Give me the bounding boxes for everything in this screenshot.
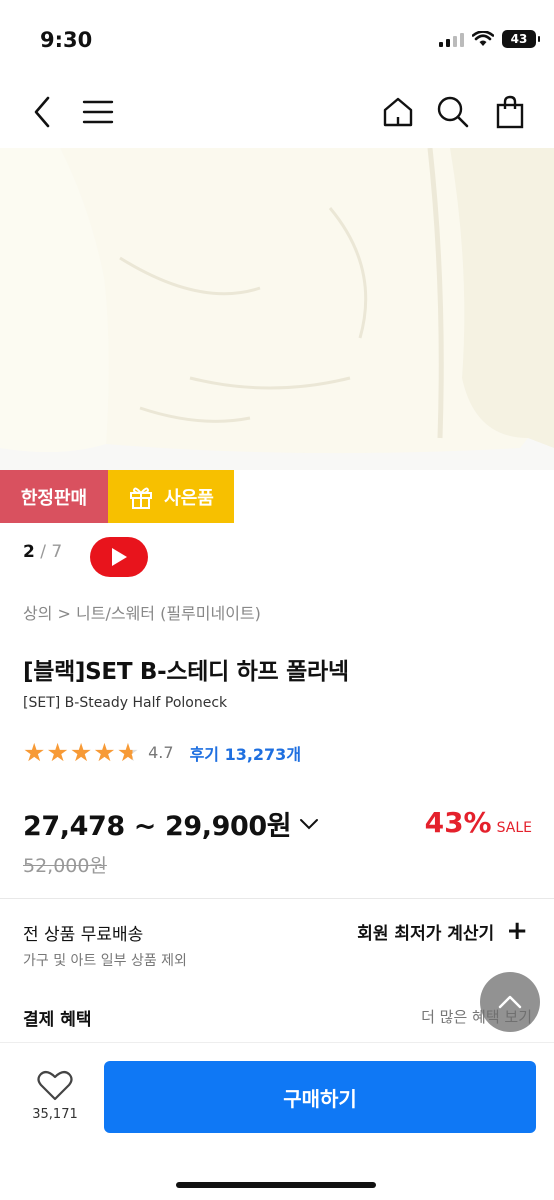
promo-badges: 한정판매 사은품 <box>0 470 234 523</box>
home-indicator <box>176 1182 376 1188</box>
discount-percent: 43% <box>424 806 492 839</box>
buy-button[interactable]: 구매하기 <box>104 1061 536 1133</box>
gift-badge: 사은품 <box>108 470 234 523</box>
product-image[interactable] <box>0 148 554 470</box>
review-link[interactable]: 후기 13,273개 <box>190 741 301 765</box>
star-icon: ★ <box>69 738 93 767</box>
star-half-icon: ★ <box>116 738 140 767</box>
shopping-bag-icon <box>496 95 524 129</box>
product-subtitle: [SET] B-Steady Half Poloneck <box>23 695 228 711</box>
shipping-subtitle: 가구 및 아트 일부 상품 제외 <box>23 953 187 969</box>
like-count: 35,171 <box>32 1107 78 1122</box>
scroll-top-button[interactable] <box>480 972 540 1032</box>
image-pager: 2 / 7 <box>23 542 62 562</box>
price-row[interactable]: 27,478 ~ 29,900원 <box>23 804 321 843</box>
sale-label: SALE <box>496 820 532 836</box>
youtube-video-button[interactable] <box>90 537 148 577</box>
star-rating: ★ ★ ★ ★ ★ <box>23 740 139 765</box>
cellular-signal-icon <box>439 31 464 47</box>
star-icon: ★ <box>93 738 116 767</box>
search-icon <box>437 96 469 128</box>
battery-icon: 43 <box>502 30 540 48</box>
rating-row: ★ ★ ★ ★ ★ 4.7 후기 13,273개 <box>23 740 301 765</box>
discount: 43% SALE <box>425 806 532 839</box>
status-icons: 43 <box>439 30 540 48</box>
home-icon <box>383 97 413 127</box>
member-price-calculator-button[interactable]: 회원 최저가 계산기 + <box>357 918 528 944</box>
wifi-icon <box>472 31 494 46</box>
heart-icon <box>37 1070 73 1101</box>
plus-icon: + <box>506 916 528 946</box>
like-button[interactable]: 35,171 <box>28 1069 82 1122</box>
top-nav <box>0 80 554 142</box>
youtube-play-icon <box>112 548 127 566</box>
bottom-action-bar: 35,171 구매하기 <box>0 1042 554 1200</box>
hamburger-menu-icon <box>82 100 114 124</box>
home-button[interactable] <box>378 92 418 132</box>
status-bar: 9:30 43 <box>0 0 554 80</box>
star-icon: ★ <box>23 738 46 767</box>
limited-sale-badge: 한정판매 <box>0 470 108 523</box>
calculator-label: 회원 최저가 계산기 <box>357 923 495 944</box>
product-photo <box>0 148 554 470</box>
chevron-left-icon <box>34 96 50 128</box>
star-icon: ★ <box>46 738 69 767</box>
search-button[interactable] <box>433 92 473 132</box>
cart-button[interactable] <box>490 92 530 132</box>
product-title: [블랙]SET B-스테디 하프 폴라넥 <box>23 659 349 685</box>
gift-badge-label: 사은품 <box>164 487 214 509</box>
pager-current: 2 <box>23 542 35 562</box>
chevron-down-icon[interactable] <box>299 813 321 835</box>
chevron-up-icon <box>498 995 522 1009</box>
payment-benefits-title: 결제 혜택 <box>23 1010 92 1030</box>
back-button[interactable] <box>22 92 62 132</box>
pager-total: 7 <box>51 542 63 562</box>
rating-value: 4.7 <box>148 743 174 762</box>
breadcrumb[interactable]: 상의 > 니트/스웨터 (필루미네이트) <box>23 600 261 624</box>
shipping-title: 전 상품 무료배송 <box>23 925 144 945</box>
gift-icon <box>130 487 153 509</box>
divider <box>0 898 554 899</box>
status-time: 9:30 <box>40 28 93 52</box>
menu-button[interactable] <box>78 92 118 132</box>
original-price: 52,000원 <box>23 855 107 877</box>
pager-separator: / <box>40 542 46 562</box>
price-range: 27,478 ~ 29,900원 <box>23 811 292 842</box>
